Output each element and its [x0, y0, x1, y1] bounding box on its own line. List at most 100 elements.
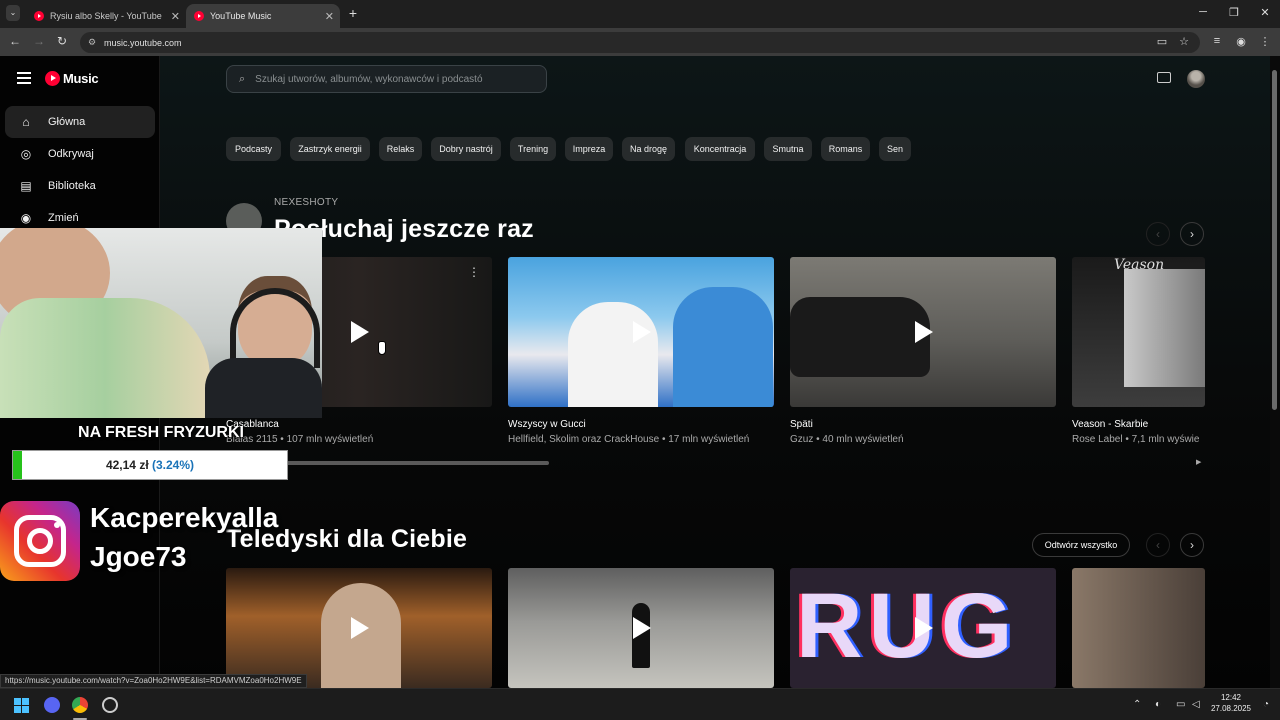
shelf-next-button[interactable]: › — [1180, 533, 1204, 557]
minimize-button[interactable]: ─ — [1196, 6, 1210, 18]
bookmark-star-icon[interactable]: ☆ — [1177, 35, 1191, 48]
play-all-button[interactable]: Odtwórz wszystko — [1032, 533, 1130, 557]
chip-workout[interactable]: Trening — [510, 137, 556, 161]
app-icon[interactable] — [102, 697, 118, 713]
tab-search-button[interactable]: ⌄ — [6, 5, 20, 21]
volume-icon[interactable]: ◁ — [1192, 699, 1200, 710]
thumbnail-person-left — [568, 302, 658, 407]
video-card[interactable]: RUG — [790, 568, 1056, 688]
taskbar-date: 27.08.2025 — [1210, 704, 1252, 713]
back-icon[interactable]: ← — [7, 34, 23, 48]
address-bar[interactable]: ⚙ music.youtube.com — [80, 32, 1200, 53]
library-icon: ▤ — [20, 179, 32, 193]
more-options-icon[interactable]: ⋮ — [468, 265, 480, 279]
webcam-shirt-right — [205, 358, 322, 418]
chip-sleep[interactable]: Sen — [879, 137, 911, 161]
tab-close-icon[interactable]: ✕ — [171, 10, 180, 23]
windows-start-icon[interactable] — [14, 698, 29, 713]
discord-icon[interactable] — [44, 697, 60, 713]
search-placeholder: Szukaj utworów, albumów, wykonawców i po… — [255, 73, 483, 85]
install-app-icon[interactable]: ▭ — [1155, 35, 1169, 48]
play-icon[interactable] — [915, 617, 933, 639]
status-bar-url: https://music.youtube.com/watch?v=Zoa0Ho… — [0, 674, 307, 688]
tray-overflow-icon[interactable]: ⌃ — [1133, 699, 1141, 710]
webcam-headphones — [230, 288, 320, 368]
avatar[interactable] — [1187, 70, 1205, 88]
video-card[interactable] — [226, 568, 492, 688]
media-controls-icon[interactable]: ≡ — [1210, 35, 1224, 47]
video-card[interactable] — [508, 568, 774, 688]
instagram-handle: Kacperekyalla — [90, 502, 279, 533]
video-card-spati[interactable] — [790, 257, 1056, 407]
close-window-button[interactable]: ✕ — [1258, 6, 1272, 19]
microphone-icon[interactable]: ◐ — [1155, 699, 1161, 710]
play-icon[interactable] — [351, 321, 369, 343]
instagram-icon — [0, 501, 80, 581]
chip-sad[interactable]: Smutna — [764, 137, 812, 161]
donation-goal-text: 42,14 zł (3.24%) — [13, 451, 287, 479]
card-title[interactable]: Veason - Skarbie — [1072, 419, 1148, 430]
donation-goal-label: NA FRESH FRYZURKI — [78, 424, 244, 441]
address-url: music.youtube.com — [104, 37, 182, 48]
profile-icon[interactable]: ◉ — [1234, 35, 1248, 48]
card-subtitle[interactable]: Gzuz • 40 mln wyświetleń — [790, 434, 904, 445]
play-icon[interactable] — [915, 321, 933, 343]
video-card-veason-skarbie[interactable]: Veason — [1072, 257, 1205, 407]
card-title[interactable]: Wszyscy w Gucci — [508, 419, 586, 430]
tab-youtube[interactable]: Rysiu albo Skelly - YouTube ✕ — [26, 4, 186, 28]
forward-icon[interactable]: → — [31, 34, 47, 48]
upgrade-icon: ◉ — [20, 211, 32, 225]
youtube-music-logo[interactable]: Music — [45, 71, 99, 86]
chip-good-mood[interactable]: Dobry nastrój — [431, 137, 501, 161]
thumbnail-car — [790, 297, 930, 377]
tab-title: Rysiu albo Skelly - YouTube — [50, 11, 162, 21]
browser-tab-strip: ⌄ Rysiu albo Skelly - YouTube ✕ YouTube … — [0, 0, 1280, 28]
new-tab-button[interactable]: + — [345, 5, 361, 21]
video-card[interactable] — [1072, 568, 1205, 688]
video-card-wszyscy-w-gucci[interactable] — [508, 257, 774, 407]
thumbnail-photo — [1124, 269, 1205, 387]
hamburger-icon[interactable] — [17, 72, 31, 84]
chip-energy[interactable]: Zastrzyk energii — [290, 137, 370, 161]
sidebar-item-library[interactable]: ▤ Biblioteka — [5, 170, 155, 202]
shelf-next-button[interactable]: › — [1180, 222, 1204, 246]
page-scrollbar[interactable] — [1272, 70, 1277, 410]
play-icon[interactable] — [351, 617, 369, 639]
home-icon: ⌂ — [22, 115, 30, 129]
clock[interactable]: 12:42 27.08.2025 — [1206, 693, 1256, 713]
chip-party[interactable]: Impreza — [565, 137, 613, 161]
chrome-icon[interactable] — [72, 697, 88, 713]
chip-relax[interactable]: Relaks — [379, 137, 422, 161]
chip-romance[interactable]: Romans — [821, 137, 870, 161]
notification-icon[interactable]: ◔ — [1263, 699, 1269, 710]
search-input[interactable]: ⌕ Szukaj utworów, albumów, wykonawców i … — [226, 65, 547, 93]
tab-close-icon[interactable]: ✕ — [325, 10, 334, 23]
network-icon[interactable]: ▭ — [1176, 699, 1185, 710]
card-subtitle[interactable]: Hellfield, Skolim oraz CrackHouse • 17 m… — [508, 434, 749, 445]
shelf-prev-button[interactable]: ‹ — [1146, 222, 1170, 246]
shelf-prev-button[interactable]: ‹ — [1146, 533, 1170, 557]
shelf-scroll-right-icon[interactable]: ▶ — [1196, 458, 1201, 466]
site-info-icon[interactable]: ⚙ — [88, 37, 96, 48]
taskbar-time: 12:42 — [1220, 693, 1242, 702]
mouse-cursor-icon — [378, 341, 386, 355]
cast-icon[interactable] — [1157, 72, 1171, 83]
webcam-overlay — [0, 228, 322, 418]
browser-menu-icon[interactable]: ⋮ — [1258, 35, 1272, 48]
chip-focus[interactable]: Koncentracja — [685, 137, 755, 161]
reload-icon[interactable]: ↻ — [54, 34, 70, 48]
chip-podcasts[interactable]: Podcasty — [226, 137, 281, 161]
restore-button[interactable]: ❐ — [1227, 6, 1241, 19]
play-icon[interactable] — [633, 321, 651, 343]
card-subtitle[interactable]: Rose Label • 7,1 mln wyświe — [1072, 434, 1205, 445]
play-icon[interactable] — [633, 617, 651, 639]
tab-youtube-music[interactable]: YouTube Music ✕ — [186, 4, 340, 28]
sidebar-item-explore[interactable]: ◎ Odkrywaj — [5, 138, 155, 170]
goal-percent: (3.24%) — [152, 458, 195, 472]
music-logo-icon — [45, 71, 60, 86]
tab-title: YouTube Music — [210, 11, 272, 21]
chip-commute[interactable]: Na drogę — [622, 137, 675, 161]
sidebar-item-home[interactable]: ⌂ Główna — [5, 106, 155, 138]
card-title[interactable]: Späti — [790, 419, 813, 430]
logo-text: Music — [63, 71, 99, 86]
